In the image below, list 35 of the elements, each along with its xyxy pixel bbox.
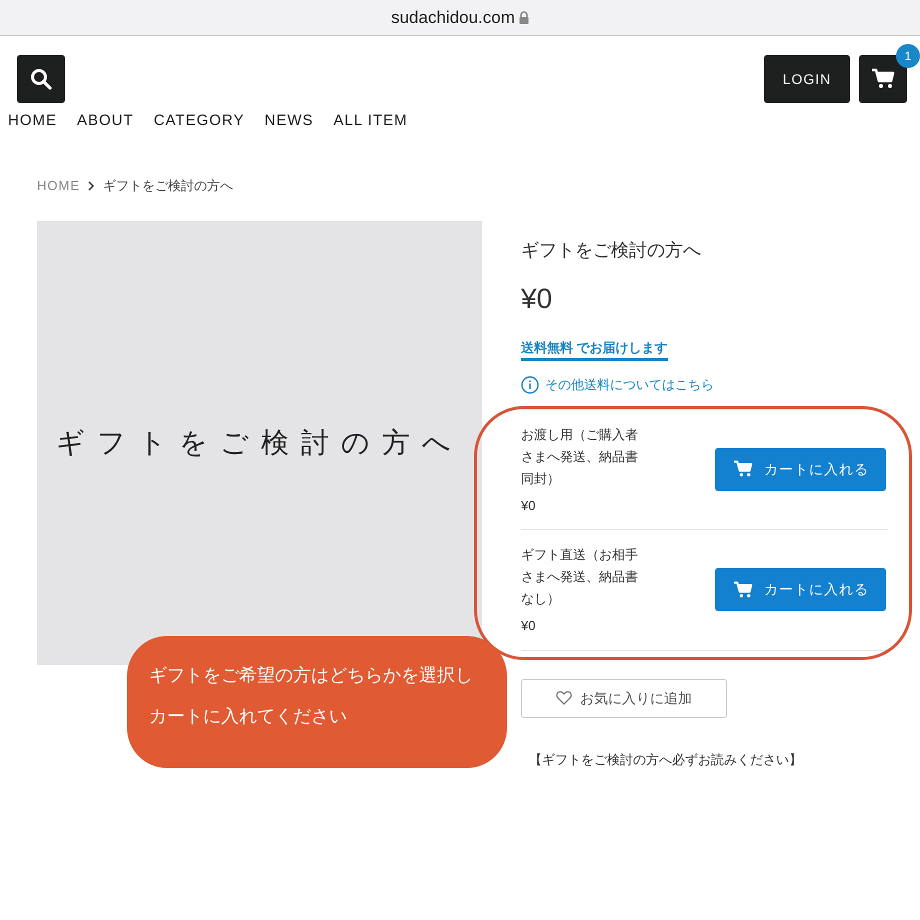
nav-link[interactable]: NEWS <box>264 110 314 132</box>
option-price: ¥0 <box>521 496 536 514</box>
heart-icon <box>556 691 572 705</box>
search-button[interactable] <box>17 55 65 103</box>
shipping-info-link[interactable]: その他送料についてはこちら <box>545 375 714 394</box>
cart-icon <box>732 460 754 478</box>
cart-button[interactable] <box>859 55 907 103</box>
info-icon <box>521 376 539 394</box>
nav-link[interactable]: ALL ITEM <box>333 110 408 132</box>
option-price: ¥0 <box>521 617 536 635</box>
option-name: お渡し用（ご購入者さまへ発送、納品書同封） <box>521 426 639 488</box>
product-title: ギフトをご検討の方へ <box>521 238 702 262</box>
login-button[interactable]: LOGIN <box>764 55 850 103</box>
url-text: sudachidou.com <box>391 6 515 29</box>
callout-text: カートに入れてください <box>149 705 348 728</box>
add-to-cart-button[interactable]: カートに入れる <box>715 568 886 612</box>
product-price: ¥0 <box>521 282 554 316</box>
breadcrumb-current: ギフトをご検討の方へ <box>103 177 233 195</box>
option-name: ギフト直送（お相手さまへ発送、納品書なし） <box>521 546 639 608</box>
favorite-button[interactable]: お気に入りに追加 <box>521 678 727 718</box>
notice-text: 【ギフトをご検討の方へ必ずお読みください】 <box>529 750 803 769</box>
chevron-icon <box>88 180 95 191</box>
lock-icon <box>518 11 529 24</box>
cart-icon <box>871 68 895 90</box>
search-icon <box>30 68 52 90</box>
nav-link[interactable]: CATEGORY <box>154 110 244 132</box>
image-caption: ギフトをご検討の方へ <box>56 424 463 460</box>
free-shipping-text: 送料無料 でお届けします <box>521 338 668 361</box>
cart-icon <box>732 580 754 599</box>
nav-link[interactable]: ABOUT <box>77 110 134 132</box>
add-to-cart-button[interactable]: カートに入れる <box>715 448 886 491</box>
cart-count-badge: 1 <box>896 44 920 68</box>
nav-link[interactable]: HOME <box>8 110 57 132</box>
callout-text: ギフトをご希望の方はどちらかを選択し <box>149 664 474 687</box>
breadcrumb-link[interactable]: HOME <box>37 176 80 196</box>
